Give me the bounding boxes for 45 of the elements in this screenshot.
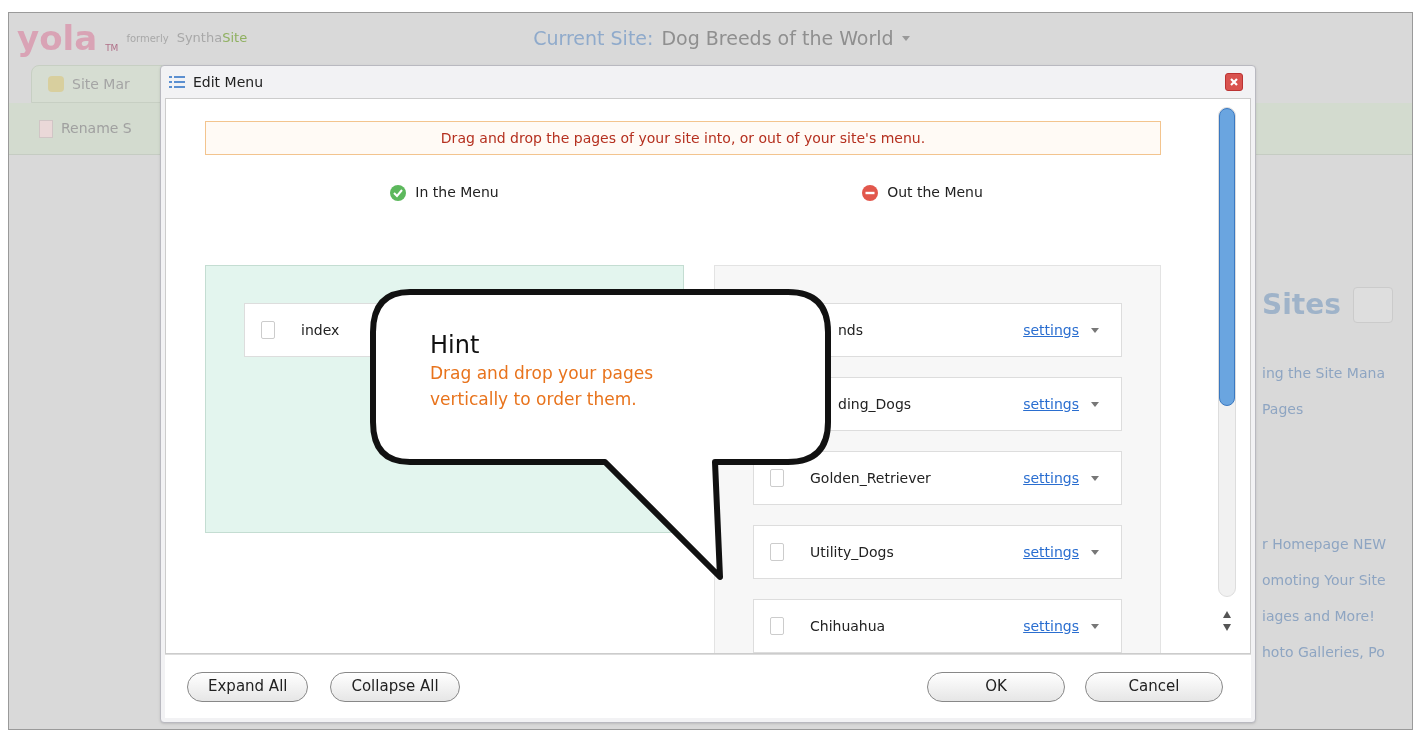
list-icon <box>169 75 185 89</box>
page-row[interactable]: Utility_Dogs settings <box>753 525 1122 579</box>
current-site-label: Current Site: <box>533 25 654 51</box>
scrollbar-thumb[interactable] <box>1219 108 1235 406</box>
column-heading: In the Menu <box>415 183 499 202</box>
page-icon <box>39 119 53 138</box>
settings-link[interactable]: settings <box>1023 393 1079 415</box>
page-name: Utility_Dogs <box>810 542 894 562</box>
caret-icon[interactable] <box>1091 623 1099 629</box>
page-name: Golden_Retriever <box>810 468 931 488</box>
column-heading: Out the Menu <box>887 183 983 202</box>
page-icon <box>770 617 784 635</box>
page-row[interactable]: Chihuahua settings <box>753 599 1122 653</box>
close-icon[interactable] <box>1229 77 1239 87</box>
minus-icon <box>861 183 880 202</box>
page-icon <box>261 321 275 339</box>
page-name: Chihuahua <box>810 616 886 636</box>
check-icon <box>389 183 408 202</box>
dialog-button[interactable]: Expand All <box>187 671 309 702</box>
caret-icon[interactable] <box>1091 327 1099 333</box>
hint-text: Drag and drop your pages vertically to order them. <box>430 362 655 411</box>
box-icon <box>48 76 64 92</box>
settings-link[interactable]: settings <box>1023 615 1079 637</box>
page-name: nds <box>838 320 864 340</box>
page-icon <box>770 543 784 561</box>
caret-icon[interactable] <box>1091 475 1099 481</box>
settings-link[interactable]: settings <box>1023 467 1079 489</box>
dialog-button[interactable]: OK <box>927 671 1065 702</box>
dialog-button[interactable]: Cancel <box>1085 671 1223 702</box>
page-name: ding_Dogs <box>838 394 912 414</box>
close-button[interactable] <box>1225 73 1243 91</box>
trademark: TM <box>105 41 119 55</box>
caret-icon[interactable] <box>1091 401 1099 407</box>
dialog-button[interactable]: Collapse All <box>330 671 460 702</box>
scroll-up-icon[interactable] <box>1223 611 1231 618</box>
sites-heading: Sites <box>1262 287 1341 323</box>
page-name: index <box>301 320 340 340</box>
page-icon <box>770 469 784 487</box>
hint-title: Hint <box>430 330 481 360</box>
caret-icon[interactable] <box>1091 549 1099 555</box>
settings-link[interactable]: settings <box>1023 541 1079 563</box>
page-row[interactable]: Golden_Retriever settings <box>753 451 1122 505</box>
settings-link[interactable]: settings <box>1023 319 1079 341</box>
scroll-down-icon[interactable] <box>1223 624 1231 631</box>
instruction-banner: Drag and drop the pages of your site into, or out of your site's menu. <box>205 121 1161 155</box>
